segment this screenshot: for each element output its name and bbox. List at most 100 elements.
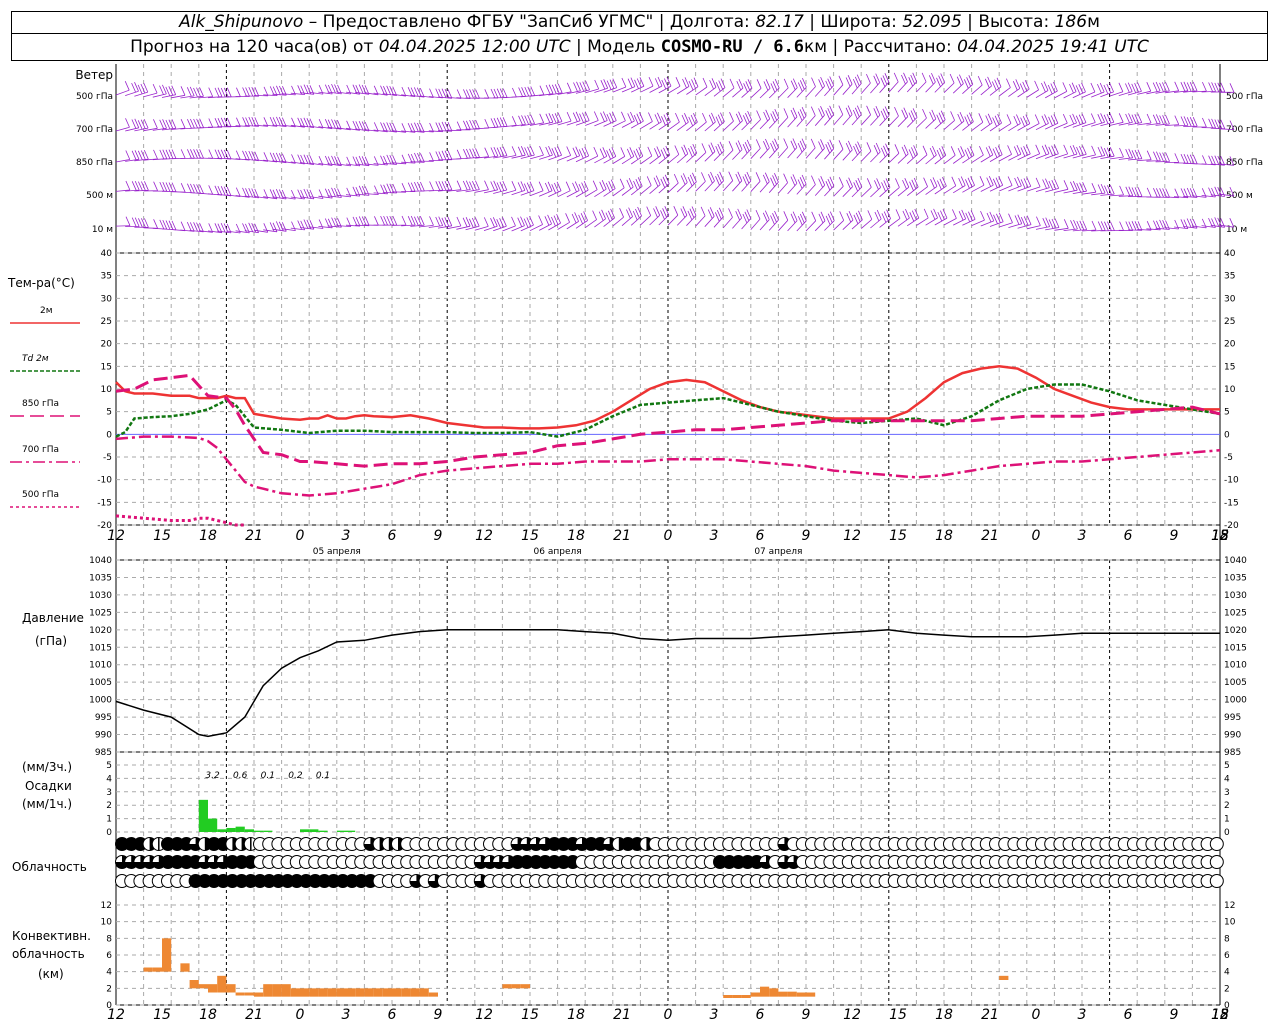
wind-barb bbox=[768, 78, 780, 99]
wind-barb bbox=[713, 141, 725, 161]
wind-barb bbox=[999, 176, 1013, 192]
wind-barb bbox=[502, 181, 517, 195]
wind-barb bbox=[860, 105, 871, 126]
pressure-ytick: 1040 bbox=[89, 556, 112, 566]
wind-barb bbox=[235, 150, 250, 161]
wind-barb bbox=[263, 152, 278, 163]
wind-barb bbox=[253, 86, 269, 97]
conv-cloud-bar bbox=[511, 984, 521, 989]
wind-barb bbox=[244, 150, 260, 162]
temp-xtick: 0 bbox=[1032, 528, 1041, 544]
precip-total-label: 0.1 bbox=[316, 771, 330, 781]
wind-barb bbox=[879, 73, 890, 93]
wind-barb bbox=[1118, 221, 1134, 231]
conv-xtick: 3 bbox=[1078, 1007, 1087, 1023]
cloudiness-panel: Облачность bbox=[12, 837, 1224, 888]
conv-xtick: 12 bbox=[475, 1007, 493, 1023]
wind-barb bbox=[272, 152, 287, 164]
wind-barb bbox=[1164, 188, 1180, 199]
wind-barb bbox=[143, 181, 158, 192]
wind-barb bbox=[584, 180, 598, 198]
wind-barb bbox=[474, 147, 490, 159]
wind-barb bbox=[152, 181, 168, 192]
wind-barb bbox=[520, 86, 536, 98]
conv-ytick: 10 bbox=[101, 918, 113, 928]
wind-barb bbox=[814, 211, 826, 232]
conv-cloud-bar bbox=[290, 988, 300, 997]
wind-barb bbox=[465, 217, 480, 231]
wind-barb bbox=[226, 223, 241, 234]
wind-barb bbox=[1035, 178, 1050, 192]
date-label: 05 апреля bbox=[313, 547, 361, 557]
conv-ytick: 8 bbox=[106, 934, 112, 944]
wind-barb bbox=[1017, 177, 1032, 192]
wind-barb bbox=[1081, 113, 1096, 128]
temp-xtick: 21 bbox=[981, 528, 999, 544]
precip-bar bbox=[318, 830, 328, 832]
conv-cloud-bar bbox=[382, 988, 392, 997]
wind-barb bbox=[842, 140, 853, 161]
wind-barb bbox=[539, 145, 553, 160]
wind-barb bbox=[722, 171, 734, 192]
temp-legend-label: 700 гПа bbox=[22, 445, 59, 455]
precip-ytick-right: 2 bbox=[1224, 801, 1230, 811]
wind-barb bbox=[529, 215, 543, 232]
wind-barb bbox=[539, 84, 554, 97]
cloud-cover-symbol bbox=[1209, 837, 1224, 851]
wind-barb bbox=[1100, 82, 1114, 98]
pressure-ytick-right: 1025 bbox=[1224, 608, 1247, 618]
wind-barb bbox=[502, 116, 517, 128]
temp-ytick: -15 bbox=[97, 498, 112, 508]
wind-barb bbox=[1155, 188, 1170, 198]
wind-barb bbox=[824, 139, 835, 160]
conv-cloud-bar bbox=[152, 967, 162, 972]
conv-cloud-bar bbox=[741, 995, 751, 998]
wind-barb bbox=[548, 112, 563, 126]
conv-cloud-bar bbox=[401, 988, 411, 997]
conv-xtick: 21 bbox=[613, 1007, 631, 1023]
wind-barb bbox=[1109, 221, 1124, 231]
wind-barb bbox=[557, 181, 571, 198]
wind-barb bbox=[1026, 177, 1041, 192]
wind-barb bbox=[1017, 114, 1031, 131]
wind-barb bbox=[1192, 81, 1207, 93]
temp-xtick: 0 bbox=[296, 528, 305, 544]
wind-barb bbox=[373, 215, 388, 226]
wind-barb bbox=[1091, 113, 1105, 127]
conv-cloud-bar bbox=[327, 988, 337, 997]
wind-barb bbox=[713, 207, 724, 228]
temp-ytick: 0 bbox=[106, 430, 112, 440]
conv-cloud-bar bbox=[392, 988, 402, 997]
wind-barb bbox=[171, 119, 186, 130]
wind-barb bbox=[428, 180, 444, 192]
conv-cloud-bar bbox=[226, 984, 236, 993]
wind-barb bbox=[125, 118, 140, 132]
precip-total-label: 0.6 bbox=[233, 771, 248, 781]
wind-barb bbox=[1054, 113, 1068, 129]
wind-barb bbox=[594, 111, 608, 127]
pressure-ytick-right: 1010 bbox=[1224, 661, 1247, 671]
wind-barb bbox=[971, 75, 983, 95]
precip-total-label: 0.1 bbox=[261, 771, 275, 781]
temp-ytick: 25 bbox=[101, 317, 112, 327]
precip-ytick-right: 5 bbox=[1224, 761, 1230, 771]
temp-xtick: 18 bbox=[935, 528, 953, 544]
wind-barb bbox=[842, 210, 854, 230]
wind-barb bbox=[1220, 83, 1235, 93]
wind-barb bbox=[897, 107, 909, 127]
temp-xtick: 12 bbox=[843, 528, 861, 544]
precip-ytick: 1 bbox=[106, 815, 112, 825]
wind-barb bbox=[952, 111, 965, 131]
conv-xtick: 12 bbox=[843, 1007, 861, 1023]
wind-barb bbox=[842, 75, 853, 95]
wind-barb bbox=[1118, 82, 1133, 96]
conv-xtick: 18 bbox=[935, 1007, 953, 1023]
wind-barb bbox=[906, 108, 918, 128]
wind-barb bbox=[860, 210, 873, 229]
wind-barb bbox=[125, 82, 139, 96]
pressure-ytick: 985 bbox=[95, 748, 112, 758]
wind-barb bbox=[1127, 221, 1143, 231]
wind-barb bbox=[207, 149, 223, 160]
precip-bar bbox=[346, 830, 356, 832]
wind-barb bbox=[594, 147, 608, 164]
